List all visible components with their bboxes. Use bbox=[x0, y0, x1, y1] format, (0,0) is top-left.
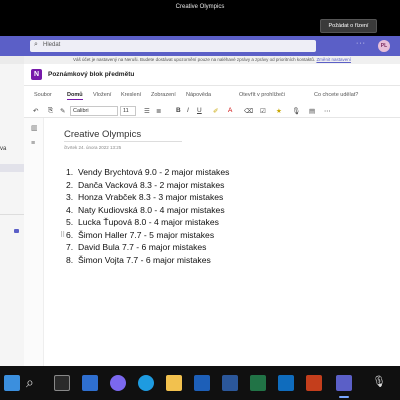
left-panel-item-label[interactable]: va bbox=[0, 146, 6, 152]
tell-me-input[interactable]: Co chcete udělat? bbox=[314, 92, 358, 98]
bold-icon[interactable]: B bbox=[176, 107, 181, 114]
notebook-header: N Poznámkový blok předmětu bbox=[24, 64, 400, 86]
teams-icon[interactable] bbox=[336, 375, 352, 391]
undo-icon[interactable]: ↶ bbox=[33, 107, 38, 115]
onenote-icon: N bbox=[31, 69, 42, 80]
list-item[interactable]: 1. Vendy Brychtová 9.0 - 2 major mistakes bbox=[66, 166, 386, 179]
tab-view[interactable]: Zobrazení bbox=[151, 92, 176, 98]
left-panel-selected-item[interactable] bbox=[0, 164, 24, 172]
list-number: 3. bbox=[66, 192, 74, 202]
left-panel: va bbox=[0, 64, 24, 366]
font-size-select[interactable]: 11 bbox=[120, 106, 136, 116]
divider bbox=[0, 214, 24, 215]
list-bullets-icon[interactable]: ☰ bbox=[144, 107, 150, 115]
sections-icon[interactable]: ▥ bbox=[31, 124, 38, 132]
italic-icon[interactable]: I bbox=[187, 107, 189, 114]
checkbox-tag-icon[interactable]: ☑ bbox=[260, 107, 266, 115]
list-item-text: Lucka Ťupová 8.0 - 4 major mistakes bbox=[78, 217, 219, 227]
microphone-icon[interactable]: 🎙 bbox=[372, 374, 386, 390]
list-item[interactable]: 2. Danča Vacková 8.3 - 2 major mistakes bbox=[66, 179, 386, 192]
underline-icon[interactable]: U bbox=[197, 107, 202, 114]
start-icon[interactable] bbox=[4, 375, 20, 391]
list-item-text: Vendy Brychtová 9.0 - 2 major mistakes bbox=[78, 167, 230, 177]
word-icon[interactable] bbox=[222, 375, 238, 391]
list-item[interactable]: 5. Lucka Ťupová 8.0 - 4 major mistakes bbox=[66, 216, 386, 229]
list-number: 1. bbox=[66, 167, 74, 177]
search-input[interactable]: ⌕ Hledat bbox=[30, 40, 316, 52]
list-item-text: Šimon Vojta 7.7 - 6 major mistakes bbox=[78, 254, 211, 265]
tab-insert[interactable]: Vložení bbox=[93, 92, 111, 98]
list-item[interactable]: 3. Honza Vrabček 8.3 - 3 major mistakes bbox=[66, 191, 386, 204]
avatar[interactable]: PL bbox=[378, 40, 390, 52]
drag-handle-icon[interactable]: ⠿ bbox=[60, 231, 65, 239]
list-number: 5. bbox=[66, 217, 74, 227]
immersive-reader-icon[interactable]: ▤ bbox=[309, 107, 315, 115]
excel-icon[interactable] bbox=[250, 375, 266, 391]
list-item[interactable]: 4. Naty Kudiovská 8.0 - 4 major mistakes bbox=[66, 204, 386, 217]
list-item-text: Naty Kudiovská 8.0 - 4 major mistakes bbox=[78, 204, 225, 215]
search-icon: ⌕ bbox=[34, 41, 38, 48]
meeting-top-bar: Creative Olympics Požádat o řízení bbox=[0, 0, 400, 36]
meeting-title: Creative Olympics bbox=[175, 4, 225, 10]
widgets-icon[interactable] bbox=[82, 375, 98, 391]
teams-window: ⌕ Hledat ··· PL va Váš účet je nastavený… bbox=[0, 36, 400, 366]
outlook-icon[interactable] bbox=[278, 375, 294, 391]
tab-home[interactable]: Domů bbox=[67, 92, 83, 100]
search-icon[interactable]: ⌕ bbox=[26, 374, 34, 390]
list-numbers-icon[interactable]: ≣ bbox=[156, 107, 161, 115]
page-sidebar: ▥ ≡ bbox=[24, 118, 44, 366]
notebook-page: ▥ ≡ Creative Olympics čtvrtek 24. února … bbox=[24, 118, 400, 366]
file-explorer-icon[interactable] bbox=[166, 375, 182, 391]
page-title[interactable]: Creative Olympics bbox=[64, 129, 182, 142]
font-name-select[interactable]: Calibri bbox=[70, 106, 118, 116]
dnd-info-text: Váš účet je nastavený na Neruši. Budete … bbox=[73, 57, 316, 62]
page-date: čtvrtek 24. února 2022 13:25 bbox=[64, 145, 122, 150]
list-item[interactable]: 7. David Bula 7.7 - 6 major mistakes bbox=[66, 241, 386, 254]
list-number: 4. bbox=[66, 204, 74, 215]
more-options-icon[interactable]: ··· bbox=[356, 40, 366, 47]
clipboard-icon[interactable]: ⎘ bbox=[48, 107, 53, 115]
list-item-text: Honza Vrabček 8.3 - 3 major mistakes bbox=[78, 192, 224, 202]
edge-icon[interactable] bbox=[138, 375, 154, 391]
ribbon-toolbar: ↶ ⎘ ✎ Calibri 11 ☰ ≣ B I U ✐ A ⌫ ☑ ★ 🎙 ▤… bbox=[24, 104, 400, 118]
tab-draw[interactable]: Kreslení bbox=[121, 92, 141, 98]
video-icon[interactable] bbox=[14, 229, 19, 233]
active-app-indicator bbox=[339, 396, 349, 398]
request-control-button[interactable]: Požádat o řízení bbox=[320, 19, 377, 33]
store-icon[interactable] bbox=[194, 375, 210, 391]
more-tools-icon[interactable]: ⋯ bbox=[324, 107, 331, 115]
ribbon-tabs: Soubor Domů Vložení Kreslení Zobrazení N… bbox=[24, 90, 400, 102]
powerpoint-icon[interactable] bbox=[306, 375, 322, 391]
font-color-icon[interactable]: A bbox=[228, 107, 232, 114]
change-settings-link[interactable]: Změnit nastavení bbox=[316, 57, 351, 62]
highlight-icon[interactable]: ✐ bbox=[213, 107, 218, 115]
list-item[interactable]: 8. Šimon Vojta 7.7 - 6 major mistakes bbox=[66, 254, 386, 267]
list-item-text: Šimon Haller 7.7 - 5 major mistakes bbox=[78, 229, 215, 240]
teams-header: ⌕ Hledat ··· PL bbox=[0, 36, 400, 56]
teams-chat-icon[interactable] bbox=[110, 375, 126, 391]
list-item[interactable]: 6. Šimon Haller 7.7 - 5 major mistakes bbox=[66, 229, 386, 242]
list-number: 7. bbox=[66, 242, 74, 252]
format-painter-icon[interactable]: ✎ bbox=[60, 107, 65, 115]
list-number: 8. bbox=[66, 254, 74, 265]
dnd-info-bar: Váš účet je nastavený na Neruši. Budete … bbox=[24, 56, 400, 64]
list-number: 6. bbox=[66, 229, 74, 240]
task-view-icon[interactable] bbox=[54, 375, 70, 391]
search-placeholder: Hledat bbox=[43, 42, 61, 48]
list-number: 2. bbox=[66, 179, 74, 190]
open-in-browser-button[interactable]: Otevřít v prohlížeči bbox=[239, 92, 285, 98]
score-list: 1. Vendy Brychtová 9.0 - 2 major mistakes… bbox=[66, 166, 386, 266]
dictate-icon[interactable]: 🎙 bbox=[292, 107, 300, 115]
list-item-text: Danča Vacková 8.3 - 2 major mistakes bbox=[78, 179, 225, 190]
list-item-text: David Bula 7.7 - 6 major mistakes bbox=[78, 242, 207, 252]
clear-format-icon[interactable]: ⌫ bbox=[244, 107, 253, 115]
tab-file[interactable]: Soubor bbox=[34, 92, 52, 98]
page-list-icon[interactable]: ≡ bbox=[31, 140, 35, 147]
tab-help[interactable]: Nápověda bbox=[186, 92, 211, 98]
taskbar: ⌕ 🎙 bbox=[0, 366, 400, 400]
star-tag-icon[interactable]: ★ bbox=[276, 107, 282, 115]
notebook-title: Poznámkový blok předmětu bbox=[48, 71, 135, 78]
